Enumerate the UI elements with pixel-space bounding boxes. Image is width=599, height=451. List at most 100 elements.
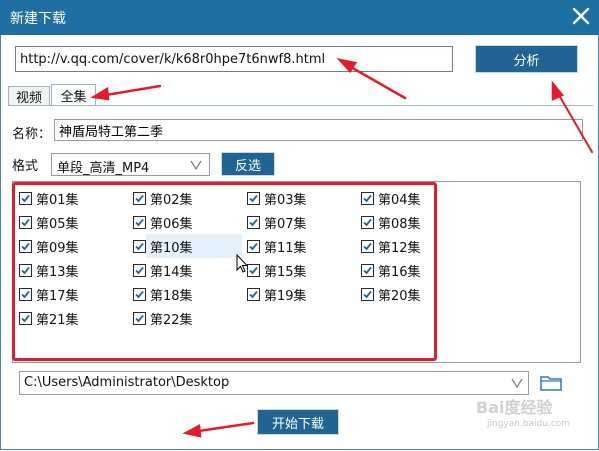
watermark-url: jingyan.baidu.com <box>487 419 571 429</box>
format-selected-value: 单段_高清_MP4 <box>57 161 150 176</box>
episode-checkbox[interactable] <box>247 191 260 205</box>
episode-item[interactable]: 第09集 <box>19 237 79 256</box>
episode-checkbox[interactable] <box>19 191 32 205</box>
episode-label: 第13集 <box>36 264 79 280</box>
episode-checkbox[interactable] <box>133 287 146 301</box>
tab-all-episodes[interactable]: 全集 <box>51 84 96 106</box>
episode-item[interactable]: 第20集 <box>361 285 421 304</box>
episode-checkbox[interactable] <box>361 191 374 205</box>
checkmark-icon <box>135 218 144 226</box>
episode-item[interactable]: 第17集 <box>19 285 79 304</box>
format-select[interactable]: 单段_高清_MP4 <box>51 153 210 176</box>
checkmark-icon <box>363 290 372 298</box>
episode-checkbox[interactable] <box>133 191 146 205</box>
episode-item[interactable]: 第08集 <box>361 213 421 232</box>
episode-label: 第17集 <box>36 288 79 304</box>
episode-label: 第12集 <box>378 240 421 256</box>
episode-checkbox[interactable] <box>361 287 374 301</box>
episode-label: 第22集 <box>150 312 193 328</box>
episode-label: 第09集 <box>36 240 79 256</box>
url-input[interactable] <box>15 46 453 72</box>
checkmark-icon <box>135 266 144 274</box>
episode-checkbox[interactable] <box>133 239 146 253</box>
close-icon[interactable] <box>570 5 592 27</box>
title-bar: 新建下载 <box>0 0 599 35</box>
name-input[interactable] <box>54 119 583 141</box>
episode-item[interactable]: 第21集 <box>19 309 79 328</box>
episode-item[interactable]: 第02集 <box>133 189 193 208</box>
start-download-button[interactable]: 开始下载 <box>257 409 339 435</box>
episode-label: 第19集 <box>264 288 307 304</box>
tab-divider <box>8 105 593 106</box>
episode-item[interactable]: 第15集 <box>247 261 307 280</box>
episode-label: 第07集 <box>264 216 307 232</box>
episode-checkbox[interactable] <box>247 239 260 253</box>
episode-label: 第14集 <box>150 264 193 280</box>
episode-label: 第04集 <box>378 192 421 208</box>
episode-label: 第01集 <box>36 192 79 208</box>
episode-checkbox[interactable] <box>247 287 260 301</box>
episode-checkbox[interactable] <box>133 263 146 277</box>
episode-checkbox[interactable] <box>361 263 374 277</box>
episode-checkbox[interactable] <box>133 215 146 229</box>
tab-video[interactable]: 视频 <box>8 86 50 106</box>
name-label: 名称： <box>12 127 52 142</box>
analyze-button[interactable]: 分析 <box>475 45 578 73</box>
save-path-select[interactable]: C:\Users\Administrator\Desktop <box>19 371 529 395</box>
episode-label: 第03集 <box>264 192 307 208</box>
checkmark-icon <box>363 266 372 274</box>
episode-checkbox[interactable] <box>247 215 260 229</box>
episode-label: 第18集 <box>150 288 193 304</box>
checkmark-icon <box>135 242 144 250</box>
episode-label: 第02集 <box>150 192 193 208</box>
episode-item[interactable]: 第11集 <box>247 237 307 256</box>
episode-checkbox[interactable] <box>19 239 32 253</box>
episode-checkbox[interactable] <box>133 311 146 325</box>
episode-item[interactable]: 第05集 <box>19 213 79 232</box>
episode-label: 第11集 <box>264 240 307 256</box>
episode-item[interactable]: 第04集 <box>361 189 421 208</box>
episode-item[interactable]: 第12集 <box>361 237 421 256</box>
episode-item[interactable]: 第14集 <box>133 261 193 280</box>
episode-item[interactable]: 第19集 <box>247 285 307 304</box>
episode-checkbox[interactable] <box>19 215 32 229</box>
episode-checkbox[interactable] <box>19 311 32 325</box>
checkmark-icon <box>135 314 144 322</box>
episode-label: 第21集 <box>36 312 79 328</box>
checkmark-icon <box>249 290 258 298</box>
checkmark-icon <box>249 242 258 250</box>
episode-item[interactable]: 第03集 <box>247 189 307 208</box>
chevron-down-icon <box>511 378 523 389</box>
episode-item[interactable]: 第06集 <box>133 213 193 232</box>
episode-label: 第15集 <box>264 264 307 280</box>
chevron-down-icon <box>190 160 202 171</box>
checkmark-icon <box>21 266 30 274</box>
checkmark-icon <box>249 194 258 202</box>
episode-checkbox[interactable] <box>19 263 32 277</box>
checkmark-icon <box>21 242 30 250</box>
invert-selection-button[interactable]: 反选 <box>221 152 275 176</box>
episode-label: 第08集 <box>378 216 421 232</box>
watermark-brand: Bai度经验 <box>476 398 553 417</box>
episode-item[interactable]: 第07集 <box>247 213 307 232</box>
checkmark-icon <box>21 314 30 322</box>
checkmark-icon <box>21 218 30 226</box>
checkmark-icon <box>135 290 144 298</box>
episode-item[interactable]: 第10集 <box>133 237 193 256</box>
episode-checkbox[interactable] <box>361 215 374 229</box>
episode-item[interactable]: 第16集 <box>361 261 421 280</box>
episode-item[interactable]: 第22集 <box>133 309 193 328</box>
checkmark-icon <box>249 218 258 226</box>
episode-item[interactable]: 第13集 <box>19 261 79 280</box>
episode-item[interactable]: 第18集 <box>133 285 193 304</box>
episode-checkbox[interactable] <box>361 239 374 253</box>
format-label: 格式 <box>12 159 39 174</box>
checkmark-icon <box>363 218 372 226</box>
checkmark-icon <box>21 290 30 298</box>
folder-icon[interactable] <box>539 373 563 393</box>
episode-label: 第10集 <box>150 240 193 256</box>
episode-item[interactable]: 第01集 <box>19 189 79 208</box>
episode-checkbox[interactable] <box>19 287 32 301</box>
checkmark-icon <box>21 194 30 202</box>
checkmark-icon <box>135 194 144 202</box>
